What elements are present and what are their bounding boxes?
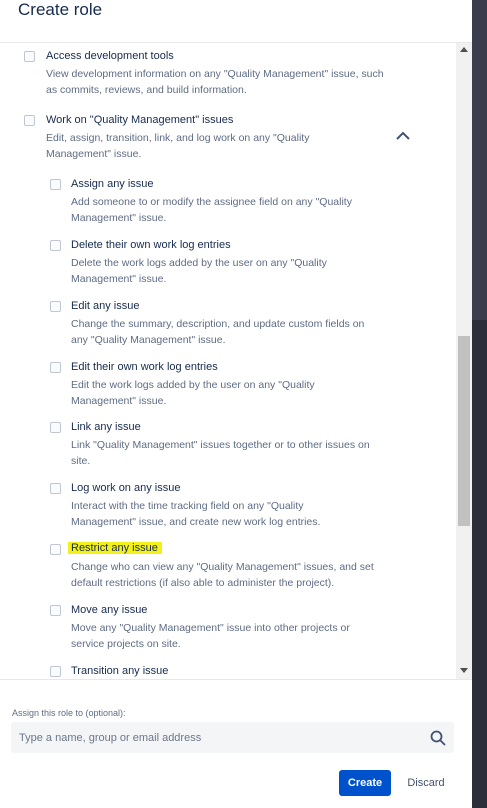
discard-button[interactable]: Discard — [400, 770, 452, 796]
permission-move-any-issue: Move any issue Move any "Quality Managem… — [0, 599, 456, 654]
permission-assign-any-issue: Assign any issue Add someone to or modif… — [0, 173, 456, 228]
permissions-list[interactable]: Access development tools View developmen… — [0, 43, 472, 679]
scroll-down-arrow-icon[interactable] — [460, 668, 468, 673]
checkbox-access-dev-tools[interactable] — [24, 51, 35, 62]
permission-label: Transition any issue — [71, 665, 169, 677]
permission-restrict-any-issue: Restrict any issue Change who can view a… — [0, 538, 456, 593]
checkbox-edit-any-issue[interactable] — [50, 301, 61, 312]
permission-description: Link "Quality Management" issues togethe… — [71, 439, 370, 451]
permission-work-on-issues: Work on "Quality Management" issues Edit… — [0, 113, 456, 163]
permission-description: Change the summary, description, and upd… — [71, 318, 365, 330]
assign-role-field[interactable] — [11, 722, 454, 753]
checkbox-assign-any-issue[interactable] — [50, 179, 61, 190]
permission-description: Management" issue. — [71, 212, 167, 224]
background-window-panel — [472, 0, 487, 320]
scroll-up-arrow-icon[interactable] — [460, 47, 468, 52]
permission-description: View development information on any "Qua… — [46, 68, 384, 80]
permission-description: Management" issue, and create new work l… — [71, 516, 321, 528]
permission-description: Change who can view any "Quality Managem… — [71, 561, 374, 573]
permission-label: Move any issue — [71, 604, 148, 616]
permission-description: Interact with the time tracking field on… — [71, 500, 304, 512]
permission-description: Edit, assign, transition, link, and log … — [46, 132, 310, 144]
assign-role-label: Assign this role to (optional): — [12, 708, 126, 718]
permission-description: Management" issue. — [46, 148, 142, 160]
checkbox-edit-own-worklogs[interactable] — [50, 362, 61, 373]
permission-label: Edit any issue — [71, 300, 140, 312]
permission-description: default restrictions (if also able to ad… — [71, 577, 335, 589]
permission-label: Link any issue — [71, 421, 141, 433]
permission-edit-own-worklogs: Edit their own work log entries Edit the… — [0, 356, 456, 411]
background-window — [472, 0, 487, 808]
search-icon[interactable] — [430, 730, 446, 746]
checkbox-log-work[interactable] — [50, 483, 61, 494]
permission-label: Log work on any issue — [71, 482, 181, 494]
permission-description: service projects on site. — [71, 638, 181, 650]
assign-role-input[interactable] — [11, 722, 421, 753]
chevron-up-icon[interactable] — [396, 131, 410, 141]
permission-label: Edit their own work log entries — [71, 361, 218, 373]
permission-description: Add someone to or modify the assignee fi… — [71, 196, 352, 208]
checkbox-delete-own-worklogs[interactable] — [50, 240, 61, 251]
permission-description: Management" issue. — [71, 395, 167, 407]
permission-description: Delete the work logs added by the user o… — [71, 257, 327, 269]
footer-divider — [0, 679, 472, 680]
scrollbar-thumb[interactable] — [458, 336, 470, 526]
permission-description: any "Quality Management" issue. — [71, 334, 226, 346]
permission-label: Delete their own work log entries — [71, 239, 231, 251]
permission-label: Work on "Quality Management" issues — [46, 114, 234, 126]
checkbox-link-any-issue[interactable] — [50, 422, 61, 433]
create-role-dialog: Create role Access development tools Vie… — [0, 0, 472, 808]
permission-label-highlighted: Restrict any issue — [68, 542, 162, 554]
permission-label: Access development tools — [46, 50, 174, 62]
permission-transition-any-issue: Transition any issue — [0, 660, 456, 679]
create-button[interactable]: Create — [339, 770, 391, 796]
permission-description: site. — [71, 455, 91, 467]
permission-access-dev-tools: Access development tools View developmen… — [0, 43, 456, 103]
scrollbar[interactable] — [456, 43, 472, 679]
dialog-title: Create role — [18, 0, 103, 19]
permission-link-any-issue: Link any issue Link "Quality Management"… — [0, 416, 456, 471]
checkbox-restrict-any-issue[interactable] — [50, 544, 61, 555]
permission-description: Move any "Quality Management" issue into… — [71, 622, 350, 634]
permission-edit-any-issue: Edit any issue Change the summary, descr… — [0, 295, 456, 350]
checkbox-move-any-issue[interactable] — [50, 605, 61, 616]
permission-description: Edit the work logs added by the user on … — [71, 379, 315, 391]
checkbox-work-on-issues[interactable] — [24, 115, 35, 126]
checkbox-transition-any-issue[interactable] — [50, 666, 61, 677]
permission-delete-own-worklogs: Delete their own work log entries Delete… — [0, 234, 456, 289]
permission-log-work: Log work on any issue Interact with the … — [0, 477, 456, 532]
permission-label: Assign any issue — [71, 178, 154, 190]
permission-description: Management" issue. — [71, 273, 167, 285]
permission-description: as commits, reviews, and build informati… — [46, 84, 247, 96]
